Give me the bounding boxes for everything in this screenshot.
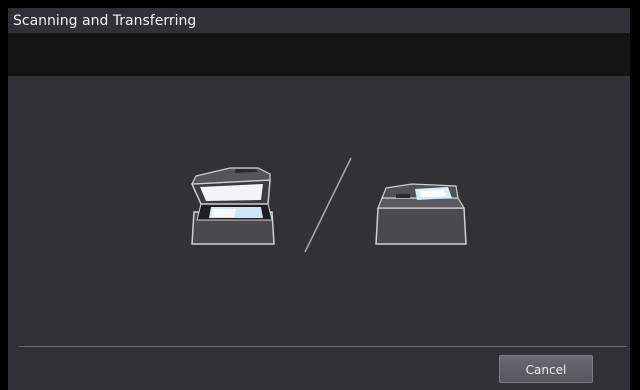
- document-feeder-scanner-icon: [375, 183, 467, 245]
- cancel-button[interactable]: Cancel: [499, 355, 593, 383]
- scan-illustration-area: [8, 76, 630, 390]
- footer-divider: [19, 346, 627, 347]
- title-bar: Scanning and Transferring: [8, 8, 630, 33]
- scan-illustration: [190, 157, 467, 253]
- flatbed-scanner-icon: [190, 167, 275, 245]
- separator-slash: [304, 157, 352, 253]
- scan-dialog: Scanning and Transferring Cancel: [8, 8, 630, 390]
- dialog-title: Scanning and Transferring: [13, 13, 197, 29]
- info-bar: [8, 33, 630, 76]
